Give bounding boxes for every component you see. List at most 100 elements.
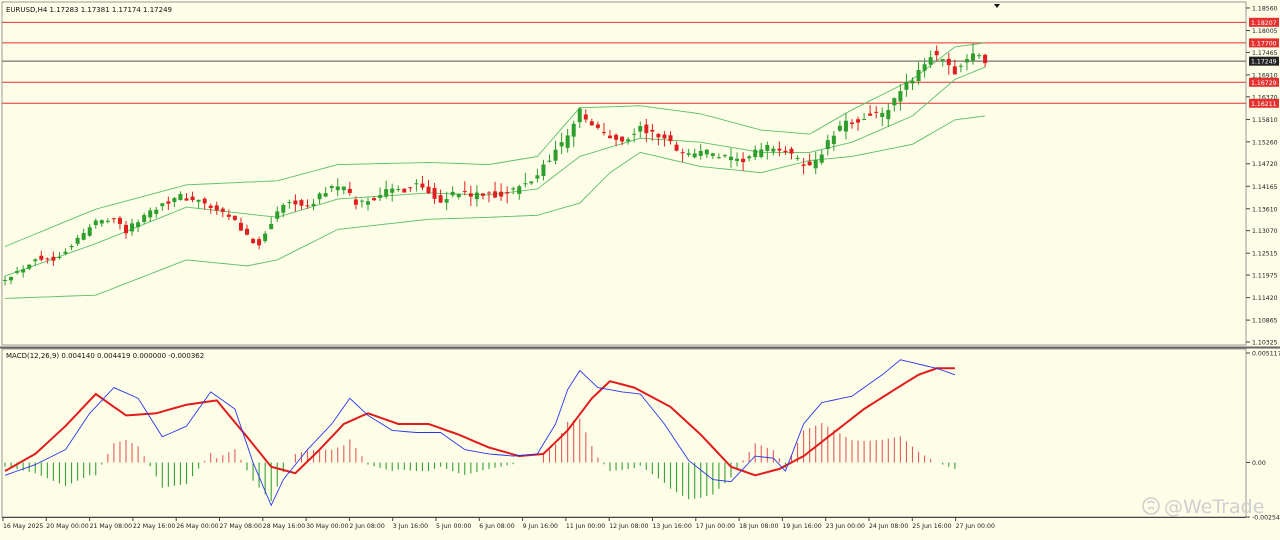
- candle-bear: [487, 192, 491, 194]
- candle-bear: [499, 191, 504, 197]
- candle-bull: [940, 58, 945, 61]
- candle-bear: [166, 201, 171, 204]
- candle-bull: [33, 259, 38, 262]
- time-tick-label: 18 Jun 08:00: [739, 523, 778, 530]
- candle-bull: [565, 135, 570, 148]
- candle-bull: [523, 183, 528, 185]
- price-tick-label: 1.17465: [1252, 50, 1278, 57]
- candle-bear: [220, 208, 225, 212]
- time-tick-label: 11 Jun 00:00: [566, 523, 605, 530]
- candle-bear: [232, 215, 237, 220]
- time-tick-label: 27 Jun 00:00: [956, 523, 995, 530]
- level-tag-label: 1.18207: [1251, 20, 1277, 27]
- candle-bull: [892, 98, 897, 106]
- candle-bull: [735, 158, 740, 161]
- candle-bull: [456, 193, 461, 198]
- macd-tick-label: 0.00: [1252, 460, 1266, 467]
- candle-bull: [547, 160, 552, 162]
- candle-bull: [843, 120, 848, 132]
- chart-background: [0, 0, 1280, 536]
- candle-bull: [964, 59, 969, 63]
- trading-chart[interactable]: 1.18560 1.18005 1.17465 1.16910 1.16370 1.158…: [0, 0, 1280, 536]
- candle-bear: [662, 134, 667, 139]
- candle-bull: [148, 210, 153, 218]
- candle-bear: [680, 152, 685, 154]
- price-tick-label: 1.13070: [1252, 228, 1278, 235]
- candle-bull: [910, 80, 915, 84]
- candle-bull: [511, 188, 516, 190]
- candle-bear: [124, 224, 128, 234]
- time-tick-label: 20 May 00:00: [46, 523, 88, 530]
- time-tick-label: 16 May 2025: [3, 523, 43, 530]
- candle-bear: [462, 191, 467, 193]
- time-tick-label: 28 May 16:00: [263, 523, 305, 530]
- price-tick-label: 1.14165: [1252, 184, 1278, 191]
- candle-bull: [99, 220, 104, 224]
- candle-bull: [105, 220, 110, 222]
- candle-bear: [468, 193, 473, 197]
- candle-bear: [372, 198, 377, 201]
- candle-bull: [729, 156, 733, 161]
- candle-bear: [505, 192, 510, 194]
- level-tag-label: 1.17700: [1251, 40, 1277, 47]
- candle-bear: [868, 113, 873, 116]
- candle-bear: [807, 161, 812, 166]
- candle-bear: [783, 150, 788, 153]
- level-tag-label: 1.16211: [1251, 101, 1277, 108]
- candle-bull: [517, 186, 522, 194]
- candle-bear: [801, 164, 806, 166]
- price-tick-label: 1.10325: [1252, 340, 1278, 347]
- time-tick-label: 26 May 00:00: [176, 523, 218, 530]
- candle-bull: [359, 200, 364, 202]
- candle-bull: [559, 142, 564, 147]
- candle-bear: [257, 239, 262, 246]
- candle-bull: [928, 57, 933, 65]
- macd-header: MACD(12,26,9) 0.004140 0.004419 0.000000…: [6, 352, 204, 360]
- candle-bull: [154, 209, 159, 214]
- symbol-header: EURUSD,H4 1.17283 1.17381 1.17174 1.1724…: [6, 6, 172, 14]
- price-tick-label: 1.11420: [1252, 295, 1278, 302]
- candle-bear: [741, 158, 746, 163]
- candle-bull: [771, 148, 776, 152]
- candle-bull: [716, 157, 721, 159]
- candle-bull: [3, 279, 7, 281]
- candle-bull: [541, 164, 546, 177]
- candle-bull: [765, 144, 770, 151]
- candle-bull: [9, 276, 14, 281]
- candle-bear: [347, 188, 352, 193]
- candle-bull: [880, 112, 885, 118]
- candle-bear: [117, 217, 122, 224]
- candle-bull: [281, 204, 286, 213]
- macd-tick-label: 0.005117: [1252, 351, 1280, 358]
- candle-bull: [916, 69, 921, 82]
- candle-bear: [789, 148, 794, 154]
- candle-bull: [577, 108, 582, 123]
- candle-bear: [293, 200, 298, 205]
- time-tick-label: 5 Jun 00:00: [436, 523, 471, 530]
- candle-bear: [305, 205, 310, 207]
- candle-bear: [589, 121, 594, 126]
- candle-bull: [27, 264, 32, 269]
- candle-bull: [196, 199, 201, 202]
- candle-bull: [753, 149, 758, 158]
- candle-bull: [160, 203, 165, 207]
- candle-bull: [130, 223, 135, 232]
- candle-bear: [656, 133, 661, 138]
- time-tick-label: 6 Jun 08:00: [479, 523, 514, 530]
- candle-bear: [432, 187, 437, 199]
- candle-bear: [777, 148, 782, 151]
- candle-bear: [39, 255, 44, 260]
- candle-bull: [63, 251, 68, 254]
- candle-bear: [614, 134, 619, 140]
- candle-bear: [226, 214, 231, 217]
- time-tick-label: 9 Jun 16:00: [523, 523, 558, 530]
- candle-bear: [934, 50, 939, 56]
- chart-canvas[interactable]: 1.185601.180051.174651.169101.163701.158…: [0, 0, 1280, 536]
- candle-bear: [952, 66, 957, 75]
- candle-bear: [353, 199, 358, 205]
- time-tick-label: 22 May 16:00: [133, 523, 175, 530]
- time-tick-label: 17 Jun 00:00: [696, 523, 735, 530]
- candle-bull: [958, 65, 963, 67]
- candle-bull: [178, 194, 183, 201]
- candle-bear: [946, 58, 951, 66]
